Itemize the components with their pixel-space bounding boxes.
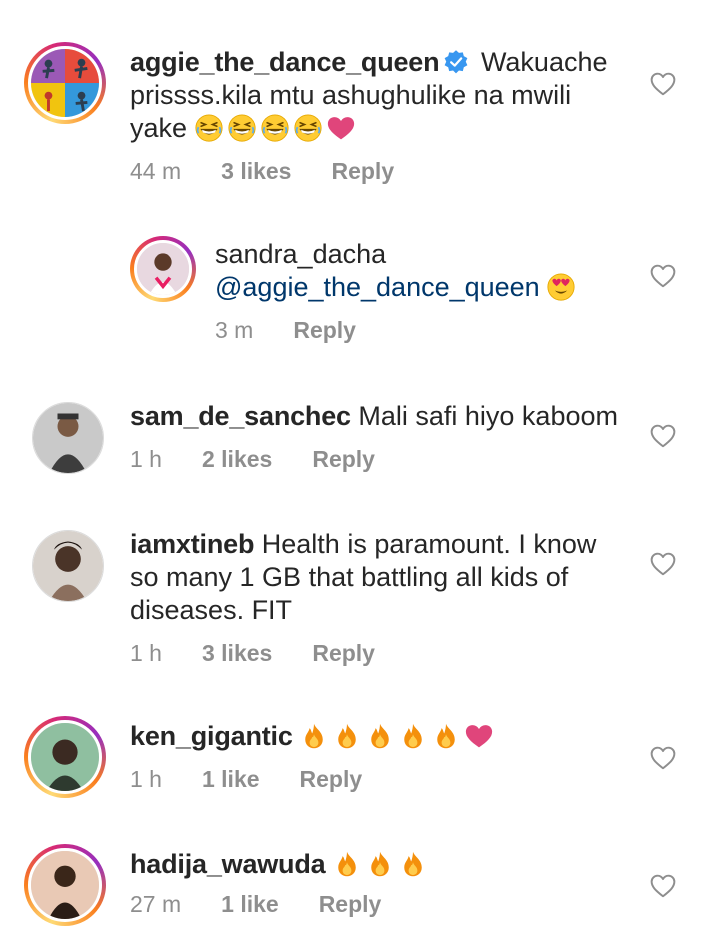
fire-icon (333, 850, 361, 878)
likes-count-link[interactable]: 3 likes (202, 640, 272, 667)
comment-meta: 27 m 1 like Reply (130, 891, 630, 918)
fire-icon (366, 850, 394, 878)
avatar-image (31, 49, 99, 117)
comment-meta: 1 h 3 likes Reply (130, 640, 630, 667)
comment-username[interactable]: iamxtineb (130, 529, 254, 559)
like-heart-icon[interactable] (650, 746, 676, 770)
avatar-image (137, 243, 189, 295)
avatar[interactable] (32, 530, 104, 602)
comment-meta: 3 m Reply (215, 317, 630, 344)
reply-button[interactable]: Reply (312, 640, 375, 667)
heart-eyes-icon (547, 273, 575, 301)
comment-text: hadija_wawuda (130, 848, 630, 881)
fire-icon (333, 722, 361, 750)
likes-count-link[interactable]: 1 like (221, 891, 279, 918)
grinning-squint-icon (228, 114, 256, 142)
likes-count-link[interactable]: 3 likes (221, 158, 291, 185)
comments-list: aggie_the_dance_queen Wakuache prissss.k… (0, 0, 720, 945)
fire-icon (432, 722, 460, 750)
comment-username[interactable]: aggie_the_dance_queen (130, 47, 440, 77)
grinning-squint-icon (294, 114, 322, 142)
comment-time: 27 m (130, 891, 182, 917)
avatar-image (33, 531, 103, 601)
pink-heart-icon (465, 722, 493, 750)
fire-icon (399, 722, 427, 750)
avatar[interactable] (24, 42, 106, 124)
comment-meta: 1 h 1 like Reply (130, 766, 630, 793)
comment-username[interactable]: ken_gigantic (130, 721, 293, 751)
avatar[interactable] (24, 716, 106, 798)
fire-icon (399, 850, 427, 878)
comment-meta: 44 m 3 likes Reply (130, 158, 630, 185)
comment-meta: 1 h 2 likes Reply (130, 446, 630, 473)
like-heart-icon[interactable] (650, 552, 676, 576)
comment-text: ken_gigantic (130, 720, 630, 753)
reply-button[interactable]: Reply (293, 317, 356, 344)
reply-button[interactable]: Reply (300, 766, 363, 793)
comment-time: 3 m (215, 317, 254, 343)
avatar[interactable] (24, 844, 106, 926)
comment-text: sam_de_sanchec Mali safi hiyo kaboom (130, 400, 630, 433)
comment-text: aggie_the_dance_queen Wakuache prissss.k… (130, 46, 630, 145)
fire-icon (300, 722, 328, 750)
comment-text: iamxtineb Health is paramount. I know so… (130, 528, 630, 627)
comment-time: 1 h (130, 446, 162, 472)
reply-button[interactable]: Reply (319, 891, 382, 918)
comment-time: 1 h (130, 766, 162, 792)
like-heart-icon[interactable] (650, 264, 676, 288)
like-heart-icon[interactable] (650, 72, 676, 96)
comment-time: 44 m (130, 158, 182, 184)
comment-username[interactable]: hadija_wawuda (130, 849, 326, 879)
grinning-squint-icon (261, 114, 289, 142)
comment-username[interactable]: sam_de_sanchec (130, 401, 351, 431)
grinning-squint-icon (195, 114, 223, 142)
avatar-image (31, 851, 99, 919)
avatar[interactable] (32, 402, 104, 474)
avatar-image (33, 403, 103, 473)
avatar-image (31, 723, 99, 791)
likes-count-link[interactable]: 2 likes (202, 446, 272, 473)
reply-button[interactable]: Reply (312, 446, 375, 473)
mention-link[interactable]: @aggie_the_dance_queen (215, 272, 540, 302)
fire-icon (366, 722, 394, 750)
comment-text: sandra_dacha @aggie_the_dance_queen (215, 238, 630, 304)
comment-body: Mali safi hiyo kaboom (358, 401, 618, 431)
verified-badge-icon (443, 49, 469, 75)
like-heart-icon[interactable] (650, 874, 676, 898)
pink-heart-icon (327, 114, 355, 142)
like-heart-icon[interactable] (650, 424, 676, 448)
likes-count-link[interactable]: 1 like (202, 766, 260, 793)
reply-button[interactable]: Reply (331, 158, 394, 185)
comment-username[interactable]: sandra_dacha (215, 239, 386, 269)
comment-time: 1 h (130, 640, 162, 666)
avatar[interactable] (130, 236, 196, 302)
